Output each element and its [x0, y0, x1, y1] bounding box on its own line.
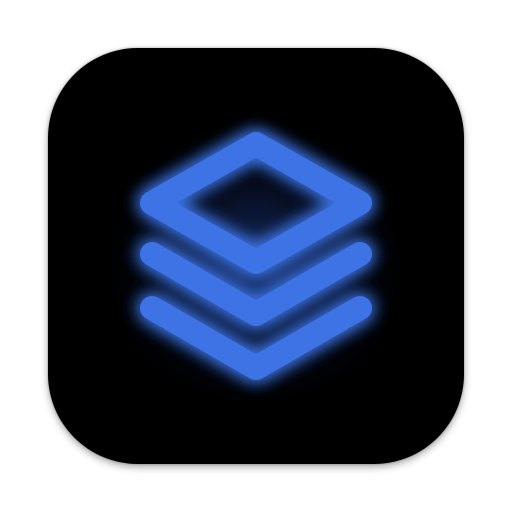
top-layer-diamond [140, 132, 372, 274]
app-icon[interactable] [48, 48, 464, 464]
icon-canvas [0, 0, 512, 512]
stacked-layers-icon [140, 132, 372, 380]
